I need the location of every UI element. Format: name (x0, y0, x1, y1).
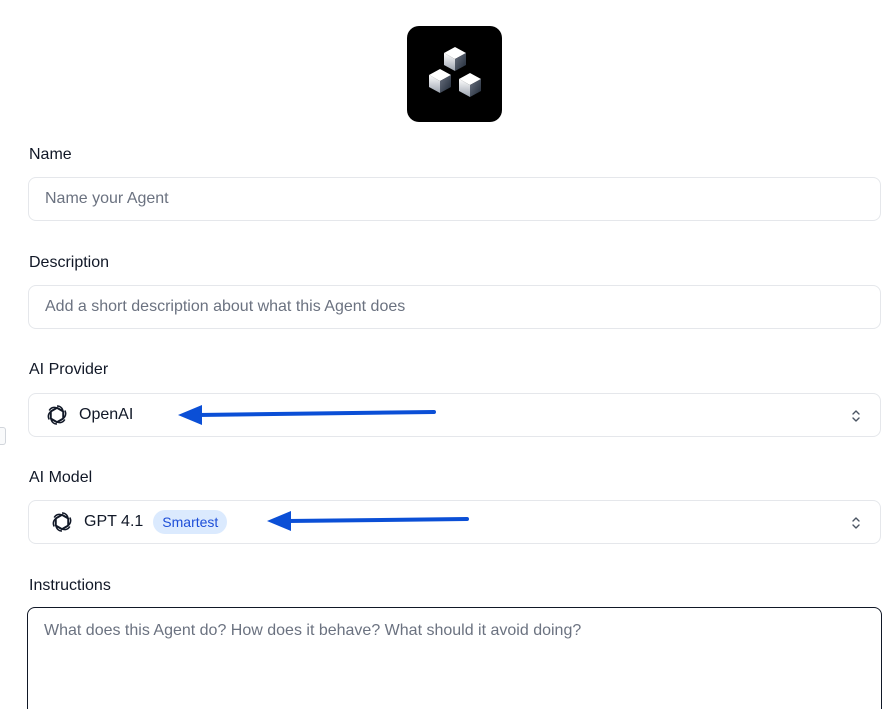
ai-provider-label: AI Provider (29, 361, 109, 378)
description-input[interactable] (29, 286, 880, 328)
instructions-label: Instructions (29, 577, 111, 594)
agent-avatar-logo[interactable] (407, 26, 502, 122)
openai-icon (45, 403, 69, 427)
description-field-wrapper (28, 285, 881, 329)
smartest-badge: Smartest (153, 510, 228, 534)
annotation-arrow-model (267, 511, 469, 531)
agent-form-page: Name Description AI Provider OpenAI (0, 0, 892, 709)
ai-model-label: AI Model (29, 469, 93, 486)
ai-provider-select[interactable]: OpenAI (28, 393, 881, 437)
cubes-logo-icon (428, 47, 481, 97)
name-field-wrapper (28, 177, 881, 221)
instructions-textarea[interactable] (44, 622, 865, 709)
ai-model-value: GPT 4.1 (84, 513, 144, 530)
name-input[interactable] (29, 178, 880, 220)
resize-handle[interactable] (0, 427, 6, 445)
name-label: Name (29, 146, 72, 163)
ai-provider-value: OpenAI (79, 406, 134, 423)
chevron-up-down-icon (850, 407, 862, 425)
chevron-up-down-icon (850, 514, 862, 532)
instructions-field-wrapper (27, 607, 882, 709)
openai-icon (50, 510, 74, 534)
annotation-arrow-provider (178, 405, 436, 425)
description-label: Description (29, 254, 110, 271)
